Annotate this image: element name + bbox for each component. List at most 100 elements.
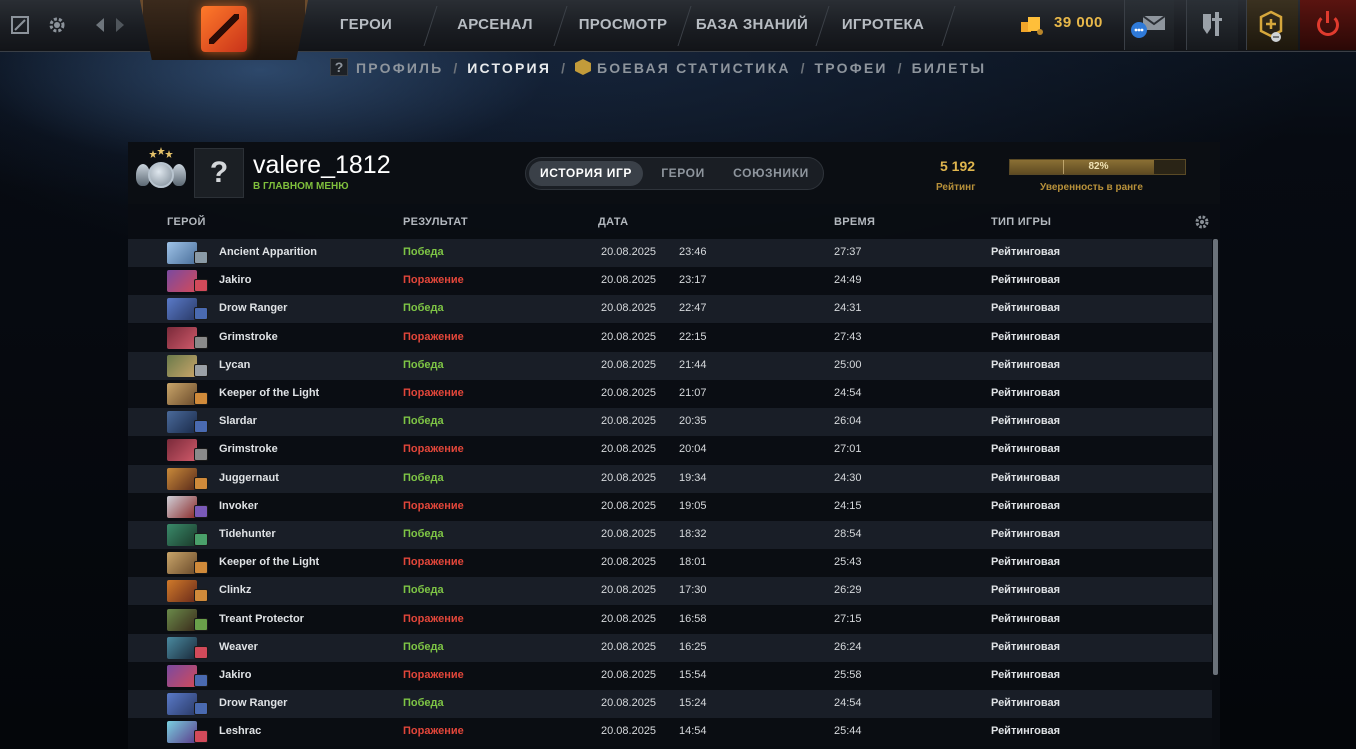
match-duration: 24:30: [834, 471, 862, 484]
hero-portrait-icon: [167, 693, 197, 716]
hero-portrait-icon: [167, 383, 197, 405]
subnav-battle-stats[interactable]: БОЕВАЯ СТАТИСТИКА: [597, 60, 791, 76]
rank-confidence-bar: 82%: [1009, 159, 1186, 175]
match-date: 20.08.2025: [601, 358, 657, 371]
game-type: Рейтинговая: [991, 358, 1061, 371]
battle-stats-icon: [574, 59, 591, 75]
tab-game-history[interactable]: ИСТОРИЯ ИГР: [529, 161, 643, 186]
match-duration: 28:54: [834, 528, 862, 540]
nav-arsenal[interactable]: АРСЕНАЛ: [440, 0, 550, 50]
table-row[interactable]: Invoker Поражение 20.08.2025 19:05 24:15 Рейт…: [128, 492, 1212, 521]
armory-icon: [1203, 12, 1222, 36]
dota-logo-button[interactable]: [140, 0, 308, 60]
table-settings-gear-icon[interactable]: [1194, 214, 1210, 230]
match-result: Поражение: [403, 330, 464, 343]
tab-heroes[interactable]: ГЕРОИ: [645, 161, 721, 186]
armory-button[interactable]: [1186, 0, 1238, 50]
role-badge-icon: [194, 702, 208, 716]
column-header-game-type[interactable]: ТИП ИГРЫ: [991, 216, 1051, 228]
match-start-time: 15:24: [679, 697, 707, 710]
match-list-scrollbar[interactable]: [1213, 239, 1218, 675]
match-history-panel: ? valere_1812 В ГЛАВНОМ МЕНЮ ИСТОРИЯ ИГР…: [128, 142, 1220, 749]
match-result: Победа: [403, 584, 444, 597]
match-start-time: 23:46: [679, 246, 707, 258]
table-row[interactable]: Weaver Победа 20.08.2025 16:25 26:24 Рейтинго…: [128, 633, 1212, 662]
game-type: Рейтинговая: [991, 471, 1061, 484]
subnav-history[interactable]: ИСТОРИЯ: [467, 60, 551, 76]
nav-game-library[interactable]: ИГРОТЕКА: [832, 0, 934, 50]
tab-allies[interactable]: СОЮЗНИКИ: [723, 161, 819, 186]
table-row[interactable]: Grimstroke Поражение 20.08.2025 20:04 27:01 Р…: [128, 436, 1212, 465]
column-header-duration[interactable]: ВРЕМЯ: [834, 216, 875, 228]
match-list: Ancient Apparition Победа 20.08.2025 23:46 2…: [128, 239, 1220, 749]
table-row[interactable]: Jakiro Поражение 20.08.2025 15:54 25:58 Рейти…: [128, 662, 1212, 690]
match-start-time: 23:17: [679, 274, 707, 287]
game-type: Рейтинговая: [991, 330, 1061, 343]
match-result: Поражение: [403, 725, 464, 738]
table-row[interactable]: Treant Protector Поражение 20.08.2025 16:58…: [128, 605, 1212, 634]
column-header-date[interactable]: ДАТА: [598, 216, 628, 228]
power-button[interactable]: [1300, 0, 1356, 50]
nav-watch[interactable]: ПРОСМОТР: [570, 0, 676, 50]
hero-portrait-icon: [167, 411, 197, 434]
table-row[interactable]: Leshrac Поражение 20.08.2025 14:54 25:44 Рейт…: [128, 718, 1212, 747]
game-type: Рейтинговая: [991, 499, 1061, 512]
gear-icon[interactable]: [46, 14, 68, 36]
match-date: 20.08.2025: [601, 274, 657, 287]
rank-confidence-text: 82%: [1088, 161, 1109, 172]
match-date: 20.08.2025: [601, 612, 657, 625]
game-type: Рейтинговая: [991, 697, 1061, 710]
table-row[interactable]: Drow Ranger Победа 20.08.2025 15:24 24:54 Рей…: [128, 690, 1212, 719]
table-row[interactable]: Lycan Победа 20.08.2025 21:44 25:00 Рейтингов…: [128, 351, 1212, 380]
online-status: В ГЛАВНОМ МЕНЮ: [253, 181, 349, 192]
match-result: Поражение: [403, 443, 464, 456]
table-row[interactable]: Ancient Apparition Победа 20.08.2025 23:46 2…: [128, 239, 1212, 267]
table-row[interactable]: Tidehunter Победа 20.08.2025 18:32 28:54 Рейт…: [128, 521, 1212, 549]
table-row[interactable]: Jakiro Поражение 20.08.2025 23:17 24:49 Рейти…: [128, 267, 1212, 296]
match-duration: 24:54: [834, 387, 862, 399]
match-date: 20.08.2025: [601, 471, 657, 484]
dota-plus-button[interactable]: [1246, 0, 1298, 50]
hero-portrait-icon: [167, 354, 197, 377]
column-header-hero[interactable]: ГЕРОЙ: [167, 216, 206, 228]
subnav-tickets[interactable]: БИЛЕТЫ: [912, 60, 987, 76]
subnav-trophies[interactable]: ТРОФЕИ: [815, 60, 888, 76]
nav-heroes[interactable]: ГЕРОИ: [318, 0, 414, 50]
hero-portrait-icon: [167, 608, 197, 631]
match-start-time: 16:25: [679, 640, 707, 653]
table-row[interactable]: Keeper of the Light Поражение 20.08.2025 21…: [128, 380, 1212, 408]
table-row[interactable]: Juggernaut Победа 20.08.2025 19:34 24:30 Рейт…: [128, 464, 1212, 493]
match-start-time: 21:07: [679, 387, 707, 399]
match-start-time: 20:35: [679, 415, 707, 428]
hero-portrait-icon: [167, 636, 197, 659]
table-row[interactable]: Clinkz Победа 20.08.2025 17:30 26:29 Рейтинго…: [128, 577, 1212, 606]
match-date: 20.08.2025: [601, 387, 657, 399]
dota-plus-icon[interactable]: [9, 14, 31, 36]
table-row[interactable]: Keeper of the Light Поражение 20.08.2025 18…: [128, 549, 1212, 578]
column-header-result[interactable]: РЕЗУЛЬТАТ: [403, 216, 468, 228]
match-date: 20.08.2025: [601, 725, 657, 738]
match-date: 20.08.2025: [601, 302, 657, 315]
forward-arrow-icon[interactable]: [108, 14, 130, 36]
top-navigation-bar: ГЕРОИ АРСЕНАЛ ПРОСМОТР БАЗА ЗНАНИЙ ИГРОТ…: [0, 0, 1356, 60]
match-date: 20.08.2025: [601, 640, 657, 653]
match-date: 20.08.2025: [601, 330, 657, 343]
match-duration: 27:37: [834, 246, 862, 258]
table-row[interactable]: Slardar Победа 20.08.2025 20:35 26:04 Рейтинг…: [128, 408, 1212, 437]
role-badge-icon: [194, 251, 208, 264]
match-start-time: 18:32: [679, 528, 707, 540]
hero-name: Jakiro: [219, 274, 252, 287]
hero-name: Ancient Apparition: [219, 246, 317, 258]
table-row[interactable]: Drow Ranger Победа 20.08.2025 22:47 24:31 Рей…: [128, 295, 1212, 324]
subnav-profile[interactable]: ПРОФИЛЬ: [356, 60, 443, 76]
match-date: 20.08.2025: [601, 556, 657, 569]
nav-knowledge-base[interactable]: БАЗА ЗНАНИЙ: [692, 0, 812, 50]
avatar[interactable]: ?: [194, 148, 244, 198]
hero-name: Drow Ranger: [219, 302, 288, 315]
hero-name: Jakiro: [219, 669, 252, 681]
match-duration: 26:04: [834, 415, 862, 428]
table-row[interactable]: Grimstroke Поражение 20.08.2025 22:15 27:43 Р…: [128, 323, 1212, 352]
chat-button[interactable]: [1124, 0, 1174, 50]
dota-plus-hex-icon: [1259, 10, 1283, 42]
match-date: 20.08.2025: [601, 415, 657, 428]
